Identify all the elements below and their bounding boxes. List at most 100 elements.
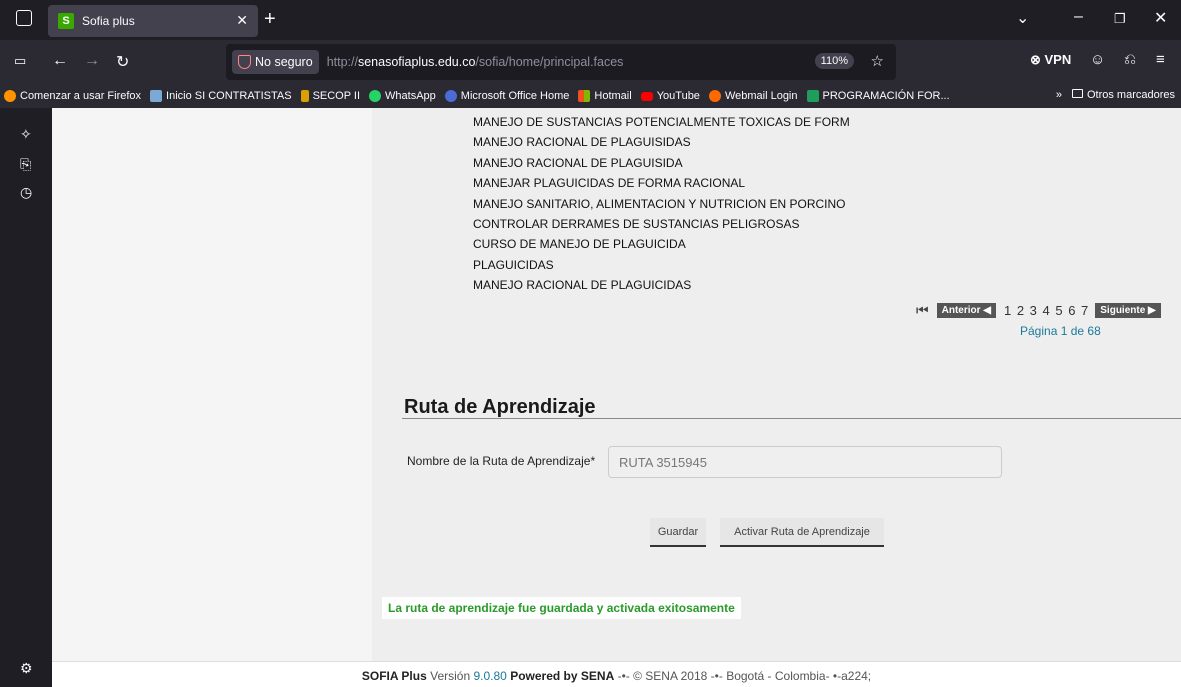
tab-title: Sofia plus [82,14,135,28]
youtube-icon [640,91,653,101]
bookmark-label: Microsoft Office Home [460,90,570,102]
next-page-button[interactable]: Siguiente ▶ [1095,303,1161,318]
bookmark-label: Inicio SI CONTRATISTAS [166,90,292,102]
tab-sofia-plus[interactable]: S Sofia plus ✕ [48,5,258,37]
left-panel [52,108,372,661]
footer-brand: SOFIA Plus [361,669,427,683]
pagination: ⏮ Anterior ◀ 1 2 3 4 5 6 7 Siguiente ▶ [916,302,1161,319]
bookmarks-overflow-area: » Otros marcadores [1056,89,1175,101]
contratistas-icon [150,90,163,102]
chevron-down-icon[interactable]: ⌄ [1016,8,1029,28]
list-item[interactable]: CURSO DE MANEJO DE PLAGUICIDA [473,234,850,254]
history-icon[interactable]: ◷ [20,184,32,201]
bookmark-label: Webmail Login [724,90,798,102]
footer-copyright: -•- © SENA 2018 -•- Bogotá - Colombia- •… [617,669,872,683]
bookmark-youtube[interactable]: YouTube [640,90,700,102]
url-host: senasofiaplus.edu.co [357,55,476,69]
previous-label: Anterior [941,305,981,316]
webmail-icon [708,90,721,102]
activate-route-button[interactable]: Activar Ruta de Aprendizaje [720,518,884,547]
back-icon[interactable]: ← [52,52,68,70]
security-label: No seguro [255,55,313,69]
page-info: Página 1 de 68 [1020,324,1101,338]
list-item[interactable]: MANEJO SANITARIO, ALIMENTACION Y NUTRICI… [473,194,850,214]
previous-page-button[interactable]: Anterior ◀ [936,303,996,318]
list-item[interactable]: CONTROLAR DERRAMES DE SUSTANCIAS PELIGRO… [473,214,850,234]
synced-tabs-icon[interactable]: ⎘ [20,156,31,173]
zoom-level[interactable]: 110% [814,53,854,69]
vpn-label: VPN [1044,52,1072,67]
ai-sparkle-icon[interactable]: ✧ [20,126,32,143]
save-button[interactable]: Guardar [650,518,706,547]
footer-version: 9.0.80 [473,669,507,683]
folder-icon [1071,89,1083,98]
route-name-label: Nombre de la Ruta de Aprendizaje* [407,454,596,468]
section-divider [402,418,1181,419]
success-message: La ruta de aprendizaje fue guardada y ac… [382,597,741,619]
spreadsheet-icon [806,90,819,102]
bookmark-label: YouTube [656,90,700,102]
navigation-bar: ▭ ← → ↻ No seguro http://senasofiaplus.e… [0,40,1181,84]
sofia-favicon-icon: S [58,13,74,29]
route-name-input[interactable] [608,446,1002,478]
extensions-icon[interactable]: ⎌ [1124,51,1136,68]
bookmarks-overflow-button[interactable]: » [1056,89,1062,101]
shield-icon [238,55,251,69]
bookmark-office[interactable]: Microsoft Office Home [444,90,570,102]
restore-icon[interactable]: ❐ [1114,11,1126,27]
menu-icon[interactable]: ≡ [1156,51,1165,68]
page-numbers[interactable]: 1 2 3 4 5 6 7 [1004,303,1089,318]
vpn-button[interactable]: ⊗ VPN [1030,52,1071,68]
other-bookmarks-button[interactable]: Otros marcadores [1071,89,1175,101]
page-footer: SOFIA Plus Versión 9.0.80 Powered by SEN… [52,661,1181,687]
list-item[interactable]: MANEJO RACIONAL DE PLAGUICIDAS [473,275,850,295]
bookmark-label: Hotmail [594,90,632,102]
url-text[interactable]: http://senasofiaplus.edu.co/sofia/home/p… [327,55,624,69]
tab-bar: S Sofia plus ✕ + ⌄ – ❐ ✕ [0,0,1181,40]
new-tab-icon[interactable]: + [264,9,276,29]
account-icon[interactable]: ☺ [1090,51,1105,68]
bookmark-secop[interactable]: SECOP II [300,90,361,102]
url-bar[interactable]: No seguro http://senasofiaplus.edu.co/so… [226,44,896,80]
forward-icon[interactable]: → [84,52,100,70]
first-page-icon[interactable]: ⏮ [916,302,929,319]
secop-icon [300,90,309,102]
security-indicator[interactable]: No seguro [232,50,319,74]
list-item[interactable]: MANEJAR PLAGUICIDAS DE FORMA RACIONAL [473,173,850,193]
settings-gear-icon[interactable]: ⚙ [20,660,33,677]
bookmarks-bar: Comenzar a usar Firefox Inicio SI CONTRA… [0,84,1181,108]
bookmark-label: PROGRAMACIÓN FOR... [822,90,950,102]
bookmark-label: SECOP II [312,90,361,102]
browser-sidebar: ✧ ⎘ ◷ ⚙ [0,108,52,687]
bookmark-label: Comenzar a usar Firefox [20,90,142,102]
firefox-icon [4,90,16,102]
footer-version-label: Versión [430,669,471,683]
minimize-icon[interactable]: – [1074,8,1083,26]
url-path: /sofia/home/principal.faces [475,55,624,69]
close-icon[interactable]: ✕ [236,12,248,29]
hotmail-icon [578,90,591,102]
list-item[interactable]: PLAGUICIDAS [473,255,850,275]
list-item[interactable]: MANEJO RACIONAL DE PLAGUISIDAS [473,132,850,152]
list-item[interactable]: MANEJO DE SUSTANCIAS POTENCIALMENTE TOXI… [473,112,850,132]
sidebar-toggle-icon[interactable]: ▭ [14,53,26,69]
bookmark-star-icon[interactable]: ☆ [871,52,884,70]
tab-list-icon[interactable] [16,10,32,26]
bookmark-hotmail[interactable]: Hotmail [578,90,632,102]
results-list: MANEJO DE SUSTANCIAS POTENCIALMENTE TOXI… [473,112,850,296]
reload-icon[interactable]: ↻ [116,52,129,72]
window-close-icon[interactable]: ✕ [1154,8,1167,28]
whatsapp-icon [369,90,382,102]
bookmark-contratistas[interactable]: Inicio SI CONTRATISTAS [150,90,292,102]
footer-powered: Powered by SENA [510,669,615,683]
bookmark-webmail[interactable]: Webmail Login [708,90,798,102]
next-label: Siguiente [1100,305,1146,316]
list-item[interactable]: MANEJO RACIONAL DE PLAGUISIDA [473,153,850,173]
other-bookmarks-label: Otros marcadores [1086,89,1175,101]
bookmark-whatsapp[interactable]: WhatsApp [369,90,436,102]
bookmark-firefox[interactable]: Comenzar a usar Firefox [4,90,141,102]
url-prefix: http:// [326,55,358,69]
section-title: Ruta de Aprendizaje [404,396,596,418]
bookmark-programacion[interactable]: PROGRAMACIÓN FOR... [806,90,950,102]
bookmark-label: WhatsApp [385,90,436,102]
